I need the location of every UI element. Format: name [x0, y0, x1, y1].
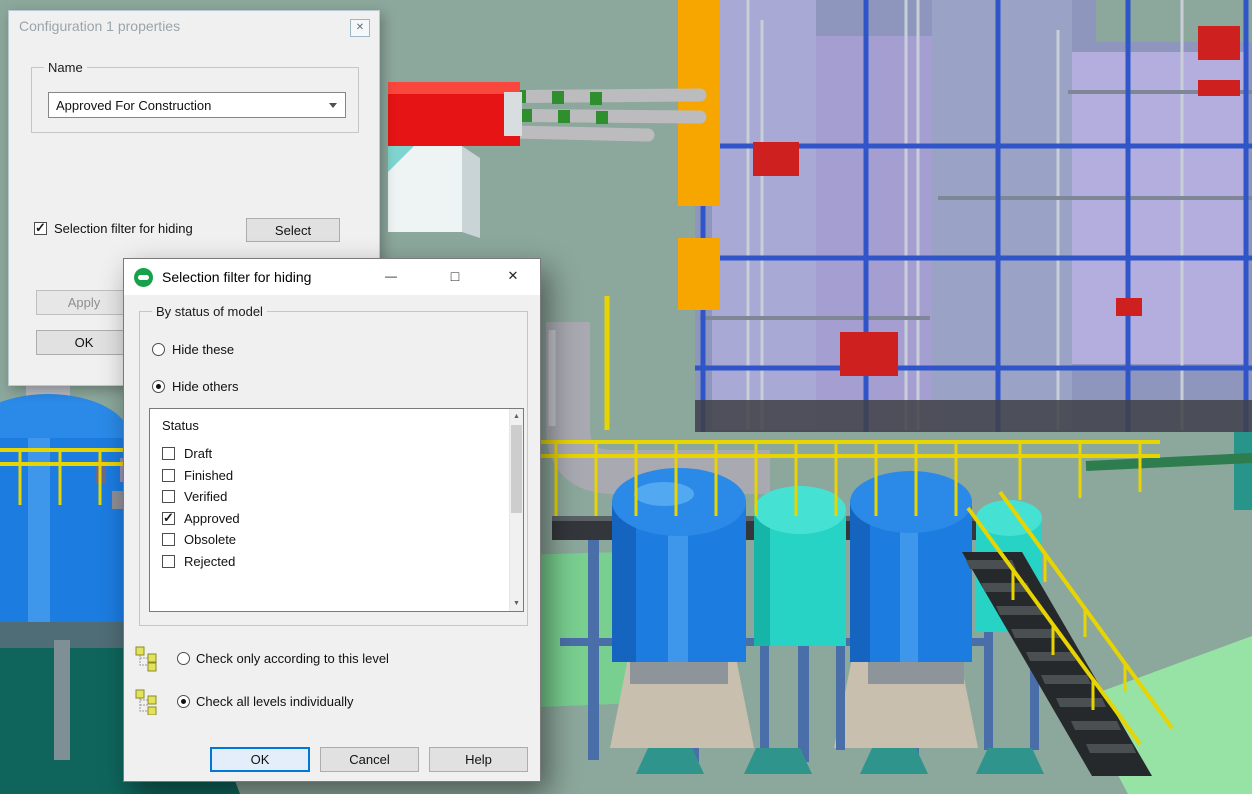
orange-panels	[678, 0, 720, 310]
scrollbar-thumb[interactable]	[511, 425, 522, 513]
list-item[interactable]: Draft	[150, 443, 508, 465]
radio-label: Hide these	[172, 342, 234, 357]
checkbox[interactable]	[162, 447, 175, 460]
list-header: Status	[162, 418, 199, 433]
radio-button[interactable]	[177, 695, 190, 708]
radio-label: Check only according to this level	[196, 651, 389, 666]
hide-others-radio-row[interactable]: Hide others	[152, 379, 238, 394]
checkbox[interactable]	[162, 512, 175, 525]
radio-button[interactable]	[152, 380, 165, 393]
checkbox[interactable]	[162, 469, 175, 482]
checkbox[interactable]	[34, 222, 47, 235]
group-label: By status of model	[152, 304, 267, 319]
check-all-levels-radio-row[interactable]: Check all levels individually	[134, 686, 354, 716]
levels-tree-icon	[134, 687, 160, 715]
item-label: Rejected	[184, 554, 235, 569]
item-label: Verified	[184, 489, 227, 504]
checkbox[interactable]	[162, 533, 175, 546]
status-groupbox: By status of model Hide these Hide other…	[139, 311, 528, 626]
app-icon	[134, 268, 153, 287]
ok-button[interactable]: OK	[36, 330, 132, 355]
checkbox[interactable]	[162, 490, 175, 503]
radio-button[interactable]	[177, 652, 190, 665]
level-tree-icon	[134, 644, 160, 672]
status-list: Draft Finished Verified Approved Obsolet…	[150, 443, 508, 572]
combobox-value: Approved For Construction	[56, 98, 211, 113]
titlebar[interactable]: Configuration 1 properties	[9, 11, 379, 41]
check-this-level-radio-row[interactable]: Check only according to this level	[134, 643, 389, 673]
configuration-name-combobox[interactable]: Approved For Construction	[48, 92, 346, 118]
titlebar[interactable]: Selection filter for hiding	[124, 259, 540, 295]
scroll-up-icon[interactable]: ▲	[510, 409, 523, 424]
hide-these-radio-row[interactable]: Hide these	[152, 342, 234, 357]
item-label: Finished	[184, 468, 233, 483]
list-item[interactable]: Rejected	[150, 551, 508, 573]
checkbox-label: Selection filter for hiding	[54, 221, 193, 236]
selection-filter-dialog: Selection filter for hiding — □ ✕ By sta…	[123, 258, 541, 782]
vertical-scrollbar[interactable]: ▲ ▼	[509, 409, 523, 611]
checkbox[interactable]	[162, 555, 175, 568]
group-label: Name	[44, 60, 87, 75]
item-label: Draft	[184, 446, 212, 461]
close-icon[interactable]: ✕	[494, 260, 532, 292]
item-label: Approved	[184, 511, 240, 526]
item-label: Obsolete	[184, 532, 236, 547]
chevron-down-icon	[329, 103, 337, 108]
dialog-title: Selection filter for hiding	[162, 269, 311, 285]
list-item[interactable]: Approved	[150, 508, 508, 530]
list-item[interactable]: Verified	[150, 486, 508, 508]
status-listbox[interactable]: Status Draft Finished Verified Approved	[149, 408, 524, 612]
list-item[interactable]: Finished	[150, 465, 508, 487]
dialog-title: Configuration 1 properties	[19, 18, 180, 34]
radio-button[interactable]	[152, 343, 165, 356]
scroll-down-icon[interactable]: ▼	[510, 596, 523, 611]
ok-button[interactable]: OK	[210, 747, 310, 772]
select-button[interactable]: Select	[246, 218, 340, 242]
radio-label: Check all levels individually	[196, 694, 354, 709]
maximize-icon[interactable]: □	[436, 260, 474, 292]
name-groupbox: Name Approved For Construction	[31, 67, 359, 133]
radio-label: Hide others	[172, 379, 238, 394]
white-cabinet	[388, 146, 480, 238]
selection-filter-checkbox-row[interactable]: Selection filter for hiding	[34, 221, 193, 236]
cancel-button[interactable]: Cancel	[320, 747, 419, 772]
close-icon[interactable]: ✕	[350, 19, 370, 37]
help-button[interactable]: Help	[429, 747, 528, 772]
apply-button[interactable]: Apply	[36, 290, 132, 315]
list-item[interactable]: Obsolete	[150, 529, 508, 551]
minimize-icon[interactable]: —	[372, 260, 410, 292]
red-duct	[388, 82, 522, 146]
